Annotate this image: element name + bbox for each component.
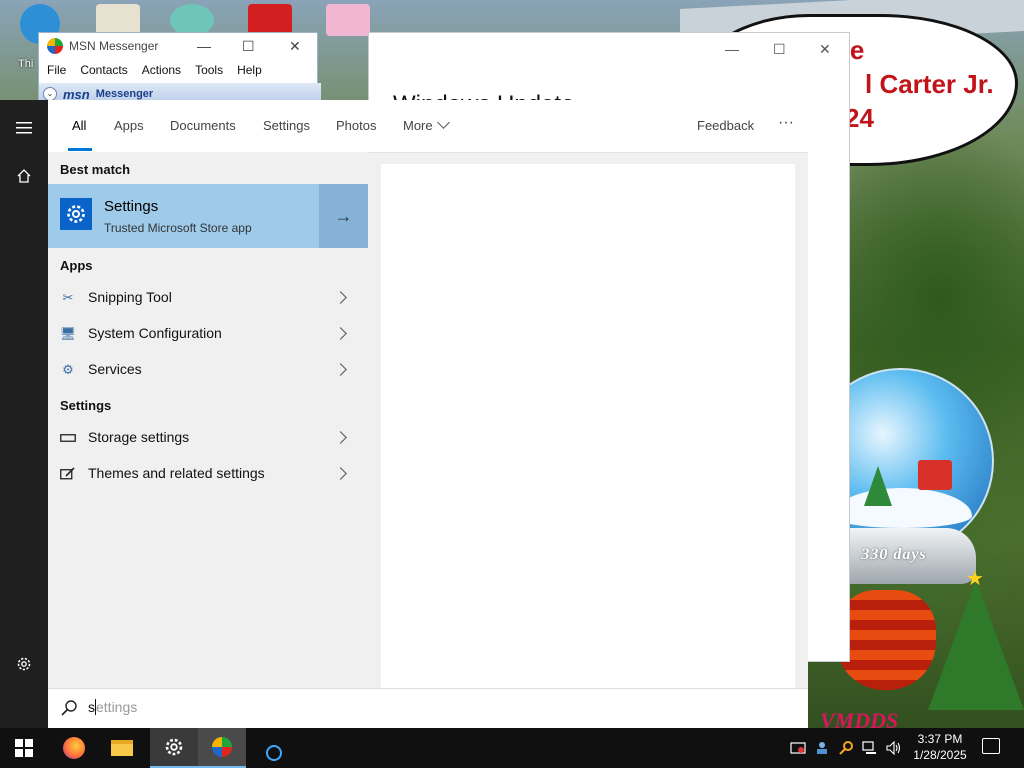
- apps-heading: Apps: [60, 258, 93, 273]
- tab-apps[interactable]: Apps: [114, 118, 144, 133]
- desktop-icon-label: Thi: [18, 58, 34, 70]
- tab-all[interactable]: All: [72, 118, 86, 133]
- msn-menu-contacts[interactable]: Contacts: [80, 63, 127, 77]
- home-icon[interactable]: [0, 156, 48, 196]
- tab-settings[interactable]: Settings: [263, 118, 310, 133]
- search-box[interactable]: settings: [48, 688, 808, 729]
- msn-menu-file[interactable]: File: [47, 63, 66, 77]
- chevron-right-icon[interactable]: [334, 363, 347, 376]
- msn-messenger-icon[interactable]: [198, 728, 246, 768]
- more-options-icon[interactable]: ···: [778, 114, 794, 132]
- best-match-title: Settings: [104, 198, 159, 215]
- people-tray-icon[interactable]: [814, 740, 830, 756]
- msn-window-title: MSN Messenger: [69, 39, 159, 53]
- action-center-icon[interactable]: [982, 738, 1000, 754]
- close-icon[interactable]: ✕: [819, 41, 831, 58]
- desktop-cartoon-icon[interactable]: [326, 4, 370, 36]
- search-typed-text: s: [88, 699, 95, 715]
- best-match-heading: Best match: [60, 162, 131, 177]
- result-services[interactable]: ⚙ Services: [48, 352, 368, 388]
- msn-menu-tools[interactable]: Tools: [195, 63, 223, 77]
- themes-icon: [60, 466, 76, 482]
- globe-tree-image: [864, 466, 892, 506]
- msn-maximize-icon[interactable]: ☐: [242, 38, 255, 55]
- msn-menu-actions[interactable]: Actions: [142, 63, 181, 77]
- msn-title-bar[interactable]: MSN Messenger: [39, 33, 317, 59]
- chevron-right-icon[interactable]: [334, 467, 347, 480]
- network-tray-icon[interactable]: [862, 740, 878, 756]
- msn-messenger-window[interactable]: MSN Messenger — ☐ ✕ File Contacts Action…: [38, 32, 321, 106]
- arrow-right-icon[interactable]: →: [319, 184, 368, 248]
- result-label: Snipping Tool: [88, 289, 172, 305]
- clock-time: 3:37 PM: [917, 732, 963, 746]
- result-storage-settings[interactable]: Storage settings: [48, 420, 368, 456]
- minimize-icon[interactable]: —: [725, 41, 739, 57]
- feedback-link[interactable]: Feedback: [697, 118, 754, 133]
- chevron-down-icon[interactable]: ⌄: [43, 87, 57, 101]
- start-icon[interactable]: [0, 728, 48, 768]
- search-autocomplete-hint: ettings: [96, 699, 138, 715]
- settings-heading: Settings: [60, 398, 112, 413]
- best-match-subtitle: Trusted Microsoft Store app: [104, 221, 252, 235]
- cortana-icon[interactable]: [250, 728, 298, 768]
- result-label: Storage settings: [88, 429, 190, 445]
- security-tray-icon[interactable]: [790, 740, 806, 756]
- msn-close-icon[interactable]: ✕: [289, 38, 301, 55]
- chevron-down-icon: [436, 116, 450, 129]
- chevron-right-icon[interactable]: [334, 291, 347, 304]
- search-input[interactable]: settings: [88, 699, 137, 715]
- snipping-tool-icon: ✂: [62, 290, 74, 305]
- firefox-icon[interactable]: [50, 728, 98, 768]
- system-configuration-icon: 🖥: [59, 326, 77, 341]
- result-label: Services: [88, 361, 142, 377]
- tab-documents[interactable]: Documents: [170, 118, 236, 133]
- maximize-icon[interactable]: ☐: [773, 41, 786, 58]
- tab-more[interactable]: More: [403, 116, 450, 133]
- msn-menu-bar: File Contacts Actions Tools Help: [39, 59, 317, 81]
- active-tab-indicator: [68, 148, 92, 151]
- christmas-tree-image: [928, 580, 1024, 710]
- search-results-list: Best match Settings Trusted Microsoft St…: [48, 152, 368, 676]
- best-match-arrow: →: [334, 205, 353, 226]
- gift-boxes-image: [918, 460, 952, 490]
- file-explorer-icon[interactable]: [98, 728, 146, 768]
- spring-toy-image: [836, 590, 936, 690]
- result-label: System Configuration: [88, 325, 222, 341]
- services-icon: ⚙: [62, 362, 74, 377]
- tree-star-icon: ★: [966, 568, 984, 590]
- search-panel: All Apps Documents Settings Photos More …: [48, 100, 808, 729]
- storage-icon: [60, 430, 76, 446]
- tab-photos[interactable]: Photos: [336, 118, 376, 133]
- start-rail: [0, 100, 48, 728]
- bubble-line-2: l Carter Jr.: [865, 69, 994, 99]
- settings-icon[interactable]: [150, 728, 198, 768]
- gear-icon[interactable]: [0, 644, 48, 684]
- result-label: Themes and related settings: [88, 465, 265, 481]
- msn-product: Messenger: [95, 88, 154, 100]
- msn-butterfly-icon: [47, 38, 63, 54]
- result-system-configuration[interactable]: 🖥 System Configuration: [48, 316, 368, 352]
- chevron-right-icon[interactable]: [334, 431, 347, 444]
- settings-gear-icon: [60, 198, 92, 230]
- msn-minimize-icon[interactable]: —: [197, 38, 211, 54]
- taskbar: 3:37 PM 1/28/2025: [0, 728, 1024, 768]
- clock-date: 1/28/2025: [913, 748, 967, 762]
- result-preview-pane: [381, 164, 795, 688]
- search-tabs-bar: All Apps Documents Settings Photos More …: [48, 100, 808, 153]
- result-themes-settings[interactable]: Themes and related settings: [48, 456, 368, 492]
- result-snipping-tool[interactable]: ✂ Snipping Tool: [48, 280, 368, 316]
- tab-more-label: More: [403, 118, 433, 133]
- best-match-settings[interactable]: Settings Trusted Microsoft Store app →: [48, 184, 368, 248]
- chevron-right-icon[interactable]: [334, 327, 347, 340]
- taskbar-clock[interactable]: 3:37 PM 1/28/2025: [900, 731, 980, 763]
- hamburger-menu-icon[interactable]: [0, 108, 48, 148]
- search-icon: [61, 700, 77, 716]
- key-tray-icon[interactable]: [838, 740, 854, 756]
- msn-menu-help[interactable]: Help: [237, 63, 262, 77]
